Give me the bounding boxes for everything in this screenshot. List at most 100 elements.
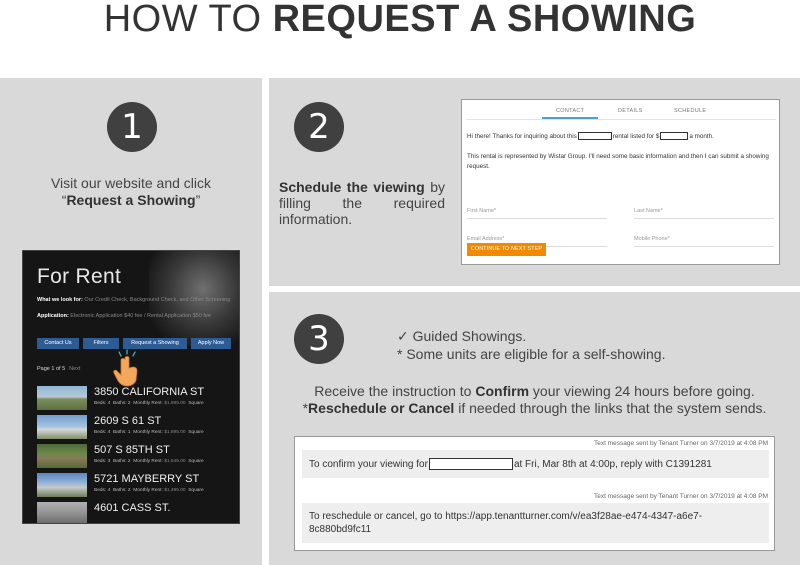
step-1-quote-close: ” [195,192,201,208]
hand-pointer-icon [113,349,138,387]
instr-before: Receive the instruction to [314,383,476,399]
email-field[interactable]: Email Address* [467,236,504,242]
sms-meta: Text message sent by Tenant Turner on 3/… [593,440,768,447]
listing-rent: $1,645.00 [164,459,186,464]
tab-schedule[interactable]: SCHEDULE [674,108,706,114]
contact-us-button[interactable]: Contact Us [37,338,79,349]
listing-rent-label: Monthly Rent: [133,430,163,435]
step-1-panel: 1 Visit our website and click “Request a… [0,78,262,565]
page-title: HOW TO REQUEST A SHOWING [0,0,800,40]
listing-meta: Beds: 4 Baths: 2 Monthly Rent: $1,995.00… [94,401,204,406]
instr-reschedule: Reschedule or Cancel [308,400,455,416]
listing-square: Square [188,430,204,435]
redacted-address-box [577,132,612,141]
sms-screenshot: Text message sent by Tenant Turner on 3/… [294,436,775,551]
listing-photo [37,415,87,439]
step-1-text-bold: Request a Showing [66,192,196,208]
listing-item[interactable]: 507 S 85TH ST Beds: 3 Baths: 2 Monthly R… [37,444,239,468]
step-1-text-before: Visit our website and click [50,175,212,191]
listing-item[interactable]: 5721 MAYBERRY ST Beds: 4 Baths: 2 Monthl… [37,473,239,497]
listing-item[interactable]: 4601 CASS ST. [37,502,239,523]
self-showing-text: * Some units are eligible for a self-sho… [397,346,666,362]
guided-showings-text: Guided Showings. [412,328,527,344]
criteria-label: What we look for: [37,297,83,303]
tab-divider [466,119,776,120]
listing-address: 5721 MAYBERRY ST [94,473,200,485]
listing-photo [37,473,87,497]
first-name-field[interactable]: First Name* [467,208,496,214]
apply-now-button[interactable]: Apply Now [191,338,231,349]
listing-rent-label: Monthly Rent: [133,488,163,493]
website-criteria-line: What we look for: Our Credit Check, Back… [37,297,230,303]
step-2-panel: 2 Schedule the viewing by filling the re… [269,78,800,286]
step-3-panel: 3 ✓ Guided Showings. * Some units are el… [269,292,800,565]
last-name-field[interactable]: Last Name* [634,208,663,214]
checkmark-icon: ✓ [397,329,409,345]
title-light: HOW TO [103,0,273,40]
intro-part-3: a month. [689,133,714,140]
intro-part-2: rental listed for $ [612,133,660,140]
listing-address: 2609 S 61 ST [94,415,162,427]
listing-meta: Beds: 3 Baths: 2 Monthly Rent: $1,645.00… [94,459,204,464]
listing-rent: $1,495.00 [164,488,186,493]
step-2-text: Schedule the viewing by filling the requ… [279,179,445,227]
listing-item[interactable]: 2609 S 61 ST Beds: 4 Baths: 1 Monthly Re… [37,415,239,439]
redacted-price-box [660,132,689,141]
sms-reschedule-message[interactable]: To reschedule or cancel, go to https://a… [302,503,769,543]
pager-next-link[interactable]: Next [69,366,80,372]
sms-confirm-message: To confirm your viewing for at Fri, Mar 8… [302,450,769,478]
listing-address: 507 S 85TH ST [94,444,170,456]
last-name-underline [634,218,774,219]
website-title: For Rent [37,265,122,288]
listing-square: Square [188,459,204,464]
listing-baths: Baths: 1 [112,430,131,435]
guided-showings-note: ✓ Guided Showings. * Some units are elig… [397,328,665,363]
listing-address: 4601 CASS ST. [94,502,171,514]
listing-baths: Baths: 2 [112,401,131,406]
listing-rent-label: Monthly Rent: [133,401,163,406]
step-1-text: Visit our website and click “Request a S… [20,175,242,209]
listing-photo [37,444,87,468]
redacted-address-box [428,458,513,471]
tab-contact[interactable]: CONTACT [556,108,584,114]
listing-item[interactable]: 3850 CALIFORNIA ST Beds: 4 Baths: 2 Mont… [37,386,239,410]
pager-label: Page 1 of 5 [37,366,66,372]
intro-part-1: Hi there! Thanks for inquiring about thi… [467,133,577,140]
sms-confirm-part-1: To confirm your viewing for [309,459,428,470]
listing-rent: $1,895.00 [164,430,186,435]
application-text: Electronic Application $40 fee / Rental … [68,313,211,319]
infographic: HOW TO REQUEST A SHOWING 1 Visit our web… [0,0,800,565]
step-3-instructions: Receive the instruction to Confirm your … [269,383,800,417]
tab-details[interactable]: DETAILS [618,108,643,114]
application-label: Application: [37,313,69,319]
listing-baths: Baths: 2 [112,488,131,493]
continue-button[interactable]: CONTINUE TO NEXT STEP [467,243,546,256]
criteria-text: Our Credit Check, Background Check, and … [82,297,231,303]
listing-square: Square [188,401,204,406]
step-2-text-bold: Schedule the viewing [279,179,425,195]
form-representation-text: This rental is represented by Wistar Gro… [467,153,769,170]
contact-form-screenshot: CONTACT DETAILS SCHEDULE Hi there! Thank… [461,99,780,265]
pager: Page 1 of 5 Next [37,366,80,372]
listing-beds: Beds: 4 [94,401,111,406]
mobile-phone-field[interactable]: Mobile Phone* [634,236,670,242]
listing-meta: Beds: 4 Baths: 2 Monthly Rent: $1,495.00… [94,488,204,493]
listing-photo [37,386,87,410]
listing-rent: $1,995.00 [164,401,186,406]
title-bold: REQUEST A SHOWING [272,0,697,40]
instr-mid: your viewing 24 hours before going. [529,383,755,399]
listing-baths: Baths: 2 [112,459,131,464]
step-2-number: 2 [294,102,344,152]
form-intro: Hi there! Thanks for inquiring about thi… [467,132,714,142]
listing-beds: Beds: 3 [94,459,111,464]
listing-beds: Beds: 4 [94,488,111,493]
listing-rent-label: Monthly Rent: [133,459,163,464]
listing-square: Square [188,488,204,493]
first-name-underline [467,218,607,219]
instr-after: if needed through the links that the sys… [454,400,767,416]
sms-confirm-part-2: at Fri, Mar 8th at 4:00p, reply with C13… [513,459,712,470]
website-application-line: Application: Electronic Application $40 … [37,313,211,319]
website-screenshot: For Rent What we look for: Our Credit Ch… [22,250,240,524]
instr-confirm: Confirm [475,383,530,399]
sms-meta: Text message sent by Tenant Turner on 3/… [593,493,768,500]
